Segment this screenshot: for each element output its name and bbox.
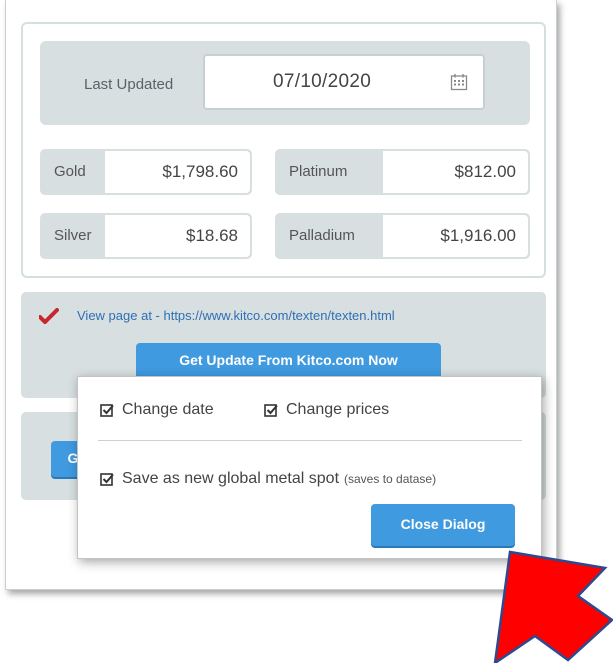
red-arrow-annotation-icon: [493, 550, 613, 663]
